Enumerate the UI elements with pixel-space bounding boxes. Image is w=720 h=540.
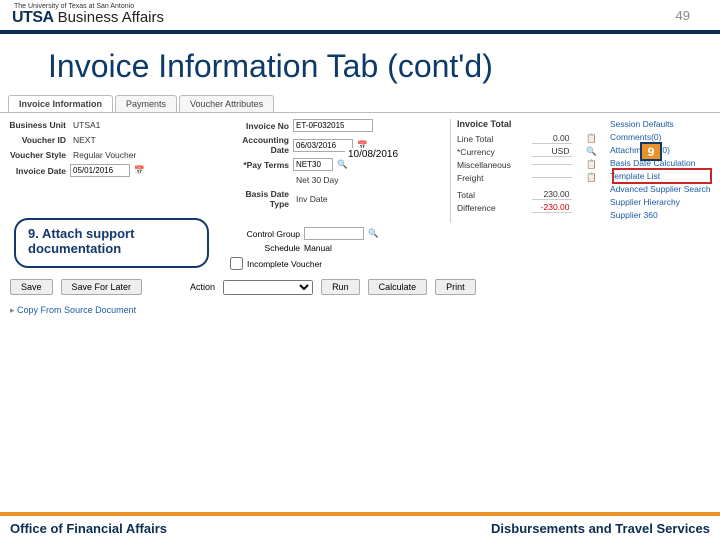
invoice-date-label: Invoice Date <box>4 166 66 176</box>
instruction-text: 9. Attach support documentation <box>28 226 134 256</box>
run-button[interactable]: Run <box>321 279 360 295</box>
freight-label: Freight <box>457 173 517 183</box>
print-button[interactable]: Print <box>435 279 476 295</box>
page-title: Invoice Information Tab (cont'd) <box>0 34 720 95</box>
callout-9-marker: 9 <box>640 142 662 161</box>
link-supplier-hierarchy[interactable]: Supplier Hierarchy <box>610 197 716 207</box>
calendar-icon[interactable]: 📅 <box>134 165 145 176</box>
accounting-date-input[interactable] <box>293 139 353 152</box>
currency-value: USD <box>532 146 572 157</box>
link-session-defaults[interactable]: Session Defaults <box>610 119 716 129</box>
misc-label: Miscellaneous <box>457 160 517 170</box>
footer-left: Office of Financial Affairs <box>10 521 167 536</box>
voucher-style-value: Regular Voucher <box>70 149 139 161</box>
basis-date-label: Basis Date Type <box>227 189 289 209</box>
incomplete-voucher-checkbox[interactable] <box>230 257 243 270</box>
voucher-id-label: Voucher ID <box>4 135 66 145</box>
schedule-label: Schedule <box>230 243 300 253</box>
pay-terms-desc: Net 30 Day <box>293 174 353 186</box>
tagline: The University of Texas at San Antonio <box>14 3 134 10</box>
line-total-label: Line Total <box>457 134 517 144</box>
invoice-date-input[interactable] <box>70 164 130 177</box>
tab-invoice-info[interactable]: Invoice Information <box>8 95 113 112</box>
search-icon[interactable]: 🔍 <box>586 146 600 157</box>
invoice-total-header: Invoice Total <box>457 119 600 129</box>
invoice-no-label: Invoice No <box>227 121 289 131</box>
page-number: 49 <box>676 8 690 23</box>
action-label: Action <box>190 282 215 292</box>
form-col-mid: Invoice No Accounting Date📅 *Pay Terms🔍 … <box>227 119 444 223</box>
total-label: Total <box>457 190 517 200</box>
difference-label: Difference <box>457 203 517 213</box>
control-group-label: Control Group <box>230 229 300 239</box>
tab-bar: Invoice Information Payments Voucher Att… <box>0 95 720 113</box>
copy-link-text: Copy From Source Document <box>17 305 136 315</box>
pay-terms-input[interactable] <box>293 158 333 171</box>
search-icon[interactable]: 🔍 <box>368 228 379 239</box>
instruction-bubble: 9. Attach support documentation <box>14 218 209 268</box>
logo: UTSA Business Affairs <box>12 9 164 27</box>
logo-text: Business Affairs <box>58 9 164 26</box>
attachments-highlight-box <box>612 168 712 184</box>
link-comments[interactable]: Comments(0) <box>610 132 716 142</box>
voucher-id-value: NEXT <box>70 134 130 146</box>
calculate-button[interactable]: Calculate <box>368 279 428 295</box>
link-supplier-360[interactable]: Supplier 360 <box>610 210 716 220</box>
schedule-value: Manual <box>304 243 332 253</box>
save-button[interactable]: Save <box>10 279 53 295</box>
accounting-date-label: Accounting Date <box>227 135 289 155</box>
pay-terms-label: *Pay Terms <box>227 160 289 170</box>
business-unit-value: UTSA1 <box>70 119 130 131</box>
misc-value[interactable] <box>532 164 572 165</box>
incomplete-voucher-label: Incomplete Voucher <box>247 259 322 269</box>
invoice-total-panel: Invoice Total Line Total 0.00 📋 *Currency U… <box>450 119 600 223</box>
logo-bold: UTSA <box>12 9 54 27</box>
copy-from-source-link[interactable]: ▸ Copy From Source Document <box>0 301 720 320</box>
tab-voucher-attrs[interactable]: Voucher Attributes <box>179 95 274 112</box>
expand-icon: ▸ <box>10 305 15 315</box>
footer: Office of Financial Affairs Disbursement… <box>0 512 720 540</box>
business-unit-label: Business Unit <box>4 120 66 130</box>
invoice-no-input[interactable] <box>293 119 373 132</box>
voucher-style-label: Voucher Style <box>4 150 66 160</box>
date-overlay: 10/08/2016 <box>345 148 401 161</box>
form-col-left: Business Unit UTSA1 Voucher ID NEXT Vouche… <box>4 119 221 223</box>
tab-payments[interactable]: Payments <box>115 95 177 112</box>
freight-value[interactable] <box>532 177 572 178</box>
control-group-input[interactable] <box>304 227 364 240</box>
footer-right: Disbursements and Travel Services <box>491 521 710 536</box>
link-adv-supplier-search[interactable]: Advanced Supplier Search <box>610 184 716 194</box>
basis-date-value: Inv Date <box>293 193 353 205</box>
link-attachments[interactable]: Attachments (0) <box>610 145 716 155</box>
currency-label: *Currency <box>457 147 517 157</box>
header-bar: The University of Texas at San Antonio U… <box>0 0 720 34</box>
calc-icon[interactable]: 📋 <box>586 133 600 144</box>
save-for-later-button[interactable]: Save For Later <box>61 279 143 295</box>
action-select[interactable] <box>223 280 313 295</box>
calc-icon[interactable]: 📋 <box>586 172 600 183</box>
difference-value: -230.00 <box>532 202 572 213</box>
link-basis-date-calc[interactable]: Basis Date Calculation <box>610 158 716 168</box>
line-total-value: 0.00 <box>532 133 572 144</box>
action-row: Save Save For Later Action Run Calculate… <box>0 273 720 301</box>
calc-icon[interactable]: 📋 <box>586 159 600 170</box>
total-value: 230.00 <box>532 189 572 200</box>
